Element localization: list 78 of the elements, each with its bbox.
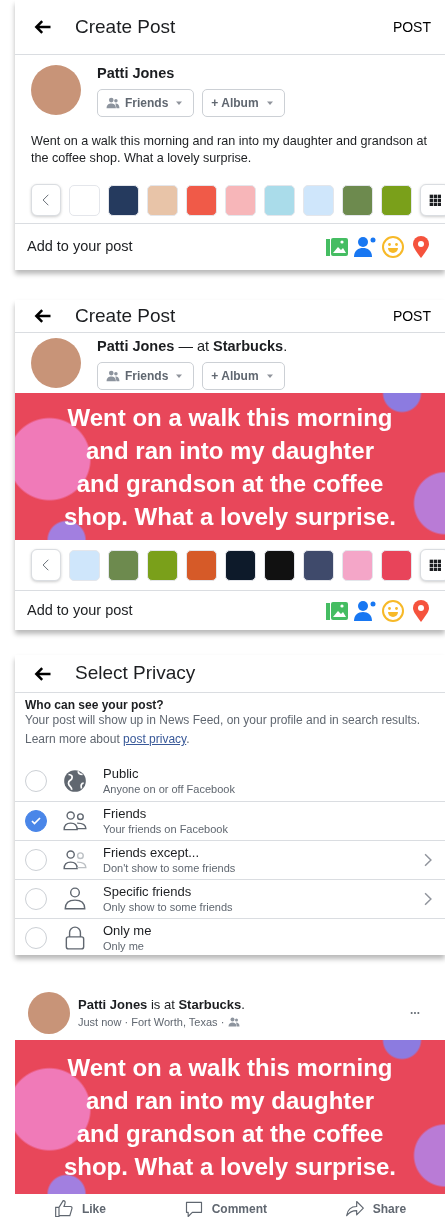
privacy-option[interactable]: Only me Only me — [15, 918, 445, 957]
screen-title: Create Post — [75, 14, 176, 39]
background-swatch[interactable] — [186, 184, 217, 216]
audience-dropdown[interactable]: Friends — [97, 88, 195, 117]
background-swatch[interactable] — [342, 549, 373, 581]
background-swatch[interactable] — [381, 549, 412, 581]
option-description: Your friends on Facebook — [103, 822, 228, 836]
background-swatch[interactable] — [225, 184, 256, 216]
option-label: Public — [103, 766, 140, 782]
comment-icon — [183, 1199, 204, 1219]
grid-button[interactable] — [420, 549, 445, 581]
post-button[interactable]: POST — [392, 16, 431, 38]
privacy-question: Who can see your post? — [25, 697, 165, 713]
add-to-post-label: Add to your post — [27, 600, 133, 620]
background-swatch[interactable] — [108, 549, 139, 581]
checkmark-icon — [30, 815, 42, 827]
tag-people-icon[interactable] — [353, 234, 377, 259]
author-name: Patti Jones — at Starbucks. — [97, 337, 288, 357]
album-dropdown[interactable]: + Album — [202, 361, 285, 390]
option-description: Anyone on or off Facebook — [103, 782, 235, 796]
background-swatch[interactable] — [381, 184, 412, 216]
learn-more-text: Learn more about post privacy. — [25, 732, 191, 747]
share-arrow-icon — [344, 1199, 365, 1219]
option-label: Friends — [103, 806, 148, 822]
screen-title: Select Privacy — [75, 661, 196, 686]
person-icon — [62, 886, 88, 912]
background-swatch[interactable] — [303, 184, 334, 216]
option-label: Only me — [103, 923, 152, 939]
share-button[interactable]: Share — [344, 1199, 407, 1219]
option-description: Only show to some friends — [103, 900, 233, 914]
privacy-description: Your post will show up in News Feed, on your profile and in search results. — [25, 713, 422, 728]
author-name: Patti Jones — [97, 64, 176, 84]
people-icon — [106, 95, 120, 110]
thumbs-up-icon — [53, 1199, 74, 1219]
post-text-field[interactable]: Went on a walk this morning and ran into my daughter and grandson at the coffee shop. What a lovely surprise. — [15, 125, 445, 177]
smiley-icon[interactable] — [381, 598, 405, 623]
background-swatch[interactable] — [264, 184, 295, 216]
post-text: Went on a walk this morning and ran into my daughter and grandson at the coffee shop. What a lovely surprise. — [62, 1053, 398, 1182]
screen-title: Create Post — [75, 303, 176, 328]
background-swatch[interactable] — [69, 184, 100, 216]
privacy-option[interactable]: Friends except... Don't show to some friends — [15, 840, 445, 879]
privacy-option[interactable]: Specific friends Only show to some friends — [15, 879, 445, 918]
people-icon — [106, 368, 120, 383]
background-swatch[interactable] — [147, 549, 178, 581]
background-swatch[interactable] — [303, 549, 334, 581]
like-button[interactable]: Like — [53, 1199, 106, 1219]
globe-icon — [62, 768, 88, 794]
avatar-photo-placeholder — [31, 338, 81, 388]
background-swatch[interactable] — [264, 549, 295, 581]
comment-button[interactable]: Comment — [183, 1199, 267, 1219]
grid-button[interactable] — [420, 184, 445, 216]
post-meta: Just now · Fort Worth, Texas · — [78, 1015, 225, 1030]
people-icon — [228, 1016, 241, 1029]
background-swatch[interactable] — [147, 184, 178, 216]
background-swatch[interactable] — [69, 549, 100, 581]
audience-dropdown[interactable]: Friends — [97, 361, 195, 390]
privacy-option[interactable]: Friends Your friends on Facebook — [15, 801, 445, 840]
privacy-option[interactable]: Public Anyone on or off Facebook — [15, 761, 445, 801]
background-swatch[interactable] — [108, 184, 139, 216]
avatar-photo-placeholder — [31, 65, 81, 115]
author-line: Patti Jones is at Starbucks. — [78, 995, 245, 1014]
background-swatch[interactable] — [186, 549, 217, 581]
grid-icon — [427, 192, 443, 208]
option-description: Only me — [103, 939, 145, 953]
avatar-photo-placeholder — [28, 991, 70, 1034]
background-swatch[interactable] — [225, 549, 256, 581]
add-to-post-label: Add to your post — [27, 236, 133, 256]
post-button[interactable]: POST — [392, 305, 431, 327]
post-text: Went on a walk this morning and ran into my daughter and grandson at the coffee shop. What a lovely surprise. — [62, 402, 398, 532]
tag-people-icon[interactable] — [353, 598, 377, 623]
radio-button[interactable] — [25, 810, 47, 832]
option-label: Friends except... — [103, 845, 201, 861]
option-label: Specific friends — [103, 884, 193, 900]
option-description: Don't show to some friends — [103, 861, 236, 875]
grid-icon — [427, 557, 443, 573]
smiley-icon[interactable] — [381, 234, 405, 259]
album-dropdown[interactable]: + Album — [202, 88, 285, 117]
background-swatch[interactable] — [342, 184, 373, 216]
